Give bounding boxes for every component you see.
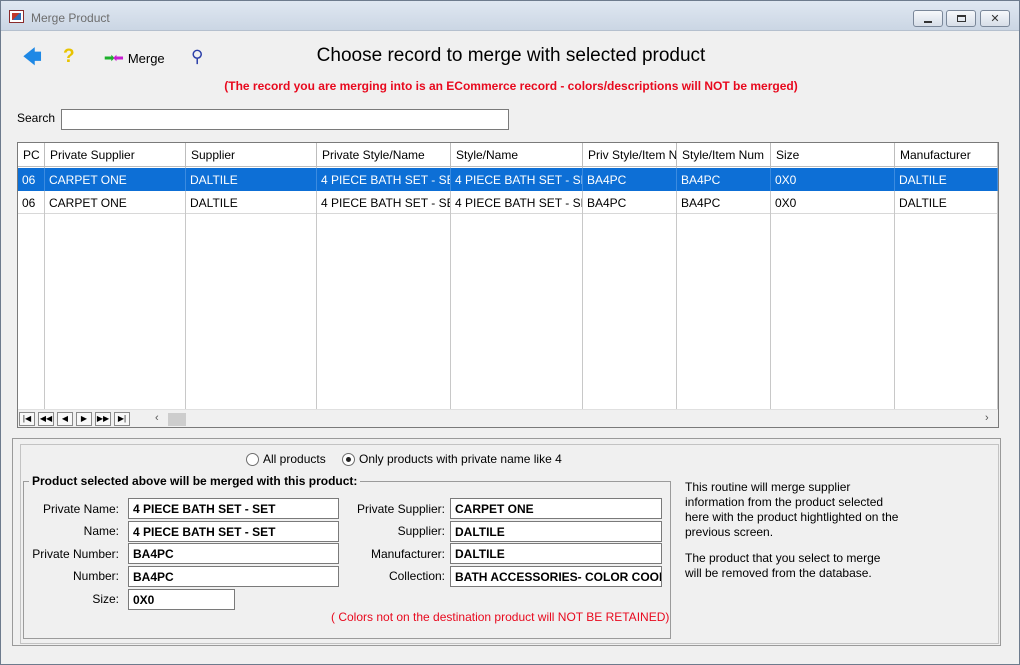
close-button[interactable]: ✕ (980, 10, 1010, 27)
radio-private-name-like[interactable]: Only products with private name like 4 (342, 452, 562, 466)
table-cell[interactable]: 4 PIECE BATH SET - SET (451, 168, 583, 191)
grid-navigator: |◀ ◀◀ ◀ ▶ ▶▶ ▶| ‹ › (18, 409, 998, 427)
number-field: BA4PC (128, 566, 339, 587)
table-cell[interactable]: BA4PC (583, 168, 677, 191)
column-header[interactable]: PC (18, 143, 45, 167)
radio-all-label: All products (263, 452, 326, 466)
info-paragraph-2: The product that you select to merge wil… (685, 551, 881, 580)
colors-not-retained-note: ( Colors not on the destination product … (331, 610, 670, 624)
radio-button[interactable] (246, 452, 259, 466)
scroll-right-icon[interactable]: › (985, 412, 989, 424)
table-cell[interactable]: CARPET ONE (45, 168, 186, 191)
column-header[interactable]: Private Style/Name (317, 143, 451, 167)
column-header[interactable]: Supplier (186, 143, 317, 167)
next-record-button[interactable]: ▶ (76, 412, 92, 426)
first-record-button[interactable]: |◀ (19, 412, 35, 426)
table-cell[interactable]: DALTILE (186, 168, 317, 191)
close-icon: ✕ (990, 13, 1000, 25)
table-cell[interactable]: 4 PIECE BATH SET - SET (317, 168, 451, 191)
column-header[interactable]: Style/Name (451, 143, 583, 167)
prev-page-button[interactable]: ◀◀ (38, 412, 54, 426)
next-page-button[interactable]: ▶▶ (95, 412, 111, 426)
supplier-field: DALTILE (450, 521, 662, 542)
scroll-left-icon[interactable]: ‹ (155, 412, 159, 424)
collection-field: BATH ACCESSORIES- COLOR COORD (450, 566, 662, 587)
table-cell[interactable]: 4 PIECE BATH SET - SET (451, 191, 583, 214)
table-row[interactable]: 06 CARPET ONE DALTILE 4 PIECE BATH SET - SE… (18, 191, 998, 214)
table-cell[interactable]: 0X0 (771, 191, 895, 214)
table-cell[interactable]: BA4PC (677, 191, 771, 214)
app-icon (9, 10, 24, 23)
number-label: Number: (72, 569, 119, 583)
collection-label: Collection: (388, 569, 445, 583)
table-cell[interactable]: 4 PIECE BATH SET - SET (317, 191, 451, 214)
name-field: 4 PIECE BATH SET - SET (128, 521, 339, 542)
maximize-button[interactable] (946, 10, 976, 27)
minimize-button[interactable] (913, 10, 943, 27)
table-cell[interactable]: DALTILE (186, 191, 317, 214)
info-paragraph-1: This routine will merge supplier informa… (685, 480, 899, 539)
table-cell[interactable]: BA4PC (583, 191, 677, 214)
column-header[interactable]: Private Supplier (45, 143, 186, 167)
table-cell[interactable]: 06 (18, 191, 45, 214)
column-header[interactable]: Size (771, 143, 895, 167)
product-grid: PC Private Supplier Supplier Private Style/… (17, 142, 999, 428)
manufacturer-label: Manufacturer: (370, 547, 445, 561)
name-label: Name: (83, 524, 119, 538)
minimize-icon (924, 20, 932, 23)
window-title: Merge Product (31, 11, 110, 25)
private-number-label: Private Number: (32, 547, 119, 561)
radio-button[interactable] (342, 452, 355, 466)
supplier-label: Supplier: (397, 524, 445, 538)
manufacturer-field: DALTILE (450, 543, 662, 564)
private-supplier-label: Private Supplier: (356, 502, 445, 516)
private-name-field: 4 PIECE BATH SET - SET (128, 498, 339, 519)
table-cell[interactable]: 0X0 (771, 168, 895, 191)
radio-like-label: Only products with private name like 4 (359, 452, 562, 466)
prev-record-button[interactable]: ◀ (57, 412, 73, 426)
table-row[interactable]: 06 CARPET ONE DALTILE 4 PIECE BATH SET - SE… (18, 168, 998, 191)
ecommerce-warning: (The record you are merging into is an E… (224, 79, 798, 93)
table-cell[interactable]: DALTILE (895, 191, 998, 214)
column-header[interactable]: Style/Item Num (677, 143, 771, 167)
size-field: 0X0 (128, 589, 235, 610)
private-supplier-field: CARPET ONE (450, 498, 662, 519)
search-input[interactable] (61, 109, 509, 130)
column-header[interactable]: Manufacturer (895, 143, 998, 167)
table-cell[interactable]: 06 (18, 168, 45, 191)
private-name-label: Private Name: (42, 502, 119, 516)
search-label: Search (17, 111, 56, 125)
table-cell[interactable]: CARPET ONE (45, 191, 186, 214)
merge-product-window: Merge Product ✕ 🡄 ? ➡⬅ Merge ⚲ Choose re… (0, 0, 1020, 665)
private-number-field: BA4PC (128, 543, 339, 564)
table-cell[interactable]: DALTILE (895, 168, 998, 191)
size-label: Size: (92, 592, 119, 606)
maximize-icon (956, 15, 966, 22)
merge-details-legend: Product selected above will be merged wi… (29, 474, 361, 488)
last-record-button[interactable]: ▶| (114, 412, 130, 426)
radio-all-products[interactable]: All products (246, 452, 326, 466)
title-bar: Merge Product ✕ (1, 1, 1019, 31)
page-title: Choose record to merge with selected pro… (316, 45, 706, 66)
table-cell[interactable]: BA4PC (677, 168, 771, 191)
column-header[interactable]: Priv Style/Item Num (583, 143, 677, 167)
horizontal-scrollbar-thumb[interactable] (168, 413, 186, 426)
